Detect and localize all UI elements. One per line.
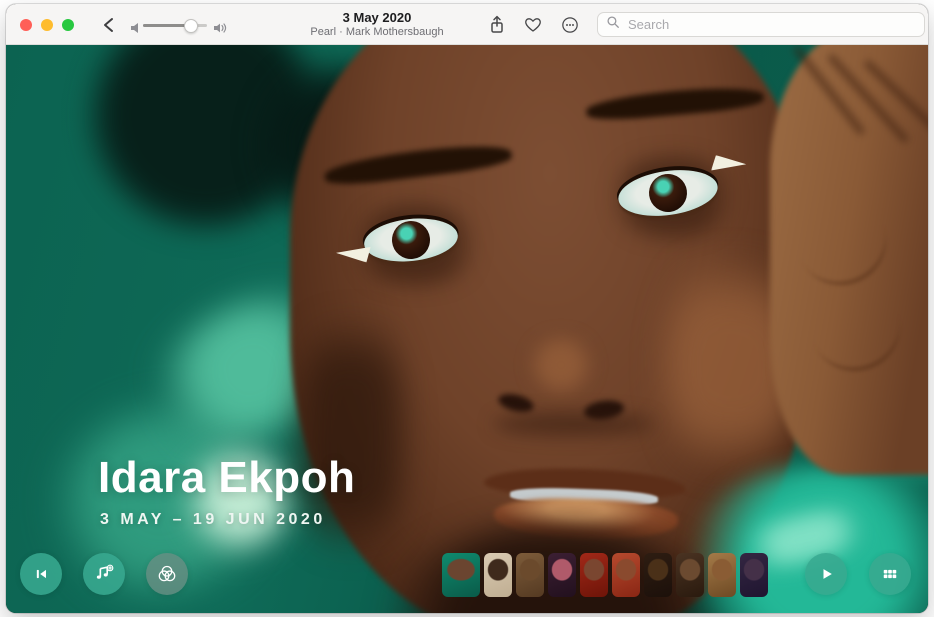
zoom-window-button[interactable] [62, 19, 74, 31]
memory-thumbnail[interactable] [612, 553, 640, 597]
filters-icon [156, 563, 178, 585]
window-title: 3 May 2020 [310, 10, 443, 25]
volume-slider[interactable] [143, 24, 207, 27]
share-button[interactable] [486, 14, 508, 36]
photo-nose [526, 335, 596, 395]
magnifier-icon [606, 15, 620, 34]
back-button[interactable] [98, 14, 120, 36]
favorite-heart-button[interactable] [522, 14, 544, 36]
memory-title: Idara Ekpoh [98, 453, 355, 503]
memory-thumbnail[interactable] [516, 553, 544, 597]
memory-thumbnail[interactable] [740, 553, 768, 597]
grid-view-button[interactable] [869, 553, 911, 595]
photo-iris [390, 219, 432, 261]
music-note-plus-icon [93, 563, 115, 585]
memory-thumbnail[interactable] [676, 553, 704, 597]
volume-slider-knob[interactable] [184, 19, 198, 33]
close-window-button[interactable] [20, 19, 32, 31]
filters-button[interactable] [146, 553, 188, 595]
window-title-group: 3 May 2020 Pearl · Mark Mothersbaugh [310, 10, 443, 39]
photo-shading [494, 413, 654, 435]
more-options-button[interactable] [559, 14, 581, 36]
minimize-window-button[interactable] [41, 19, 53, 31]
play-icon [816, 564, 836, 584]
grid-icon [880, 564, 900, 584]
memory-thumbnail[interactable] [708, 553, 736, 597]
memory-thumbnail[interactable] [548, 553, 576, 597]
photo-iris [647, 172, 690, 215]
memory-thumbnail[interactable] [484, 553, 512, 597]
memory-thumbnail-strip[interactable] [442, 553, 768, 597]
photo-shading [302, 285, 402, 585]
memory-cover-photo: Idara Ekpoh 3 MAY – 19 JUN 2020 [6, 45, 928, 613]
play-button[interactable] [805, 553, 847, 595]
speaker-low-icon [124, 17, 146, 39]
now-playing-subtitle: Pearl · Mark Mothersbaugh [310, 26, 443, 39]
add-music-button[interactable] [83, 553, 125, 595]
skip-back-button[interactable] [20, 553, 62, 595]
search-field[interactable] [597, 12, 925, 37]
search-input[interactable] [626, 16, 916, 33]
memory-thumbnail[interactable] [644, 553, 672, 597]
speaker-waves-icon [209, 17, 231, 39]
memory-date-range: 3 MAY – 19 JUN 2020 [100, 511, 326, 529]
skip-back-icon [31, 564, 51, 584]
toolbar: 3 May 2020 Pearl · Mark Mothersbaugh [6, 4, 928, 45]
memory-thumbnail[interactable] [580, 553, 608, 597]
memory-thumbnail-current[interactable] [442, 553, 480, 597]
photos-app-window: 3 May 2020 Pearl · Mark Mothersbaugh [6, 4, 928, 613]
